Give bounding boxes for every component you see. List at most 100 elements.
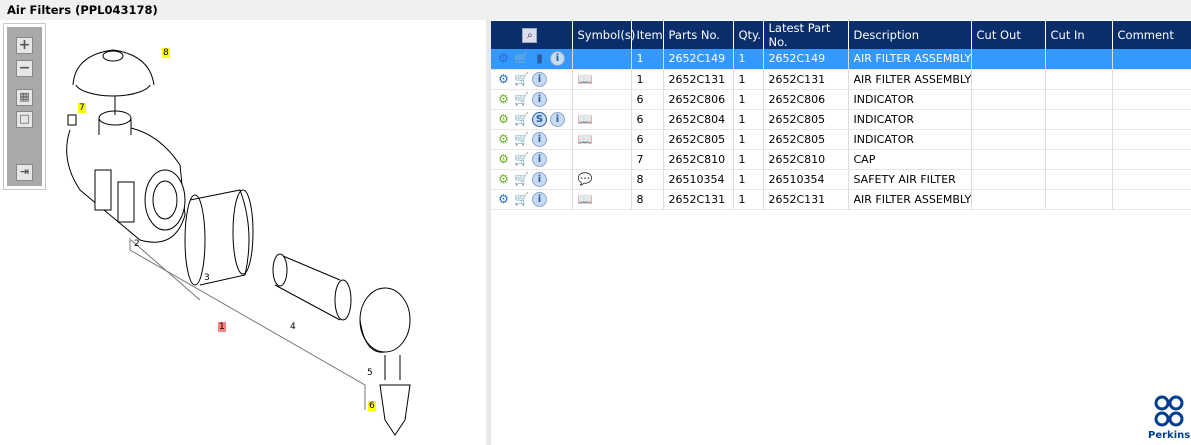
book-icon[interactable]: 📖 <box>578 72 593 87</box>
column-header-2[interactable]: Item <box>631 21 664 49</box>
info-icon[interactable]: i <box>550 111 565 127</box>
qty-cell: 1 <box>733 189 764 210</box>
comment-icon[interactable]: 💬 <box>578 172 593 187</box>
gears-icon[interactable]: ⚙ <box>496 192 511 207</box>
info-icon[interactable]: i <box>532 171 547 187</box>
column-header-6[interactable]: Description <box>848 21 972 49</box>
callout-8[interactable]: 8 <box>162 48 170 58</box>
cut-in-cell <box>1045 189 1113 210</box>
book-icon[interactable]: 📖 <box>578 112 593 127</box>
fit-button[interactable]: ▦ <box>16 89 33 106</box>
book-icon[interactable]: 📖 <box>578 132 593 147</box>
callout-3[interactable]: 3 <box>204 273 210 283</box>
document-icon[interactable]: ▮ <box>532 51 547 66</box>
column-header-tools[interactable]: ⌕ <box>491 21 573 49</box>
info-icon[interactable]: i <box>532 71 547 87</box>
cut-out-cell <box>971 109 1046 130</box>
column-header-5[interactable]: Latest Part No. <box>763 21 849 49</box>
cart-icon[interactable]: 🛒 <box>514 132 529 147</box>
cart-icon[interactable]: 🛒 <box>514 72 529 87</box>
info-icon[interactable]: i <box>550 51 565 67</box>
table-row[interactable]: ⚙ 🛒 Si 📖 6 2652C804 1 2652C805 INDICATOR <box>491 109 1191 130</box>
symbol-cell <box>572 89 632 110</box>
actual-size-button[interactable]: □ <box>16 111 33 128</box>
cut-out-cell <box>971 89 1046 110</box>
gear-icon[interactable]: ⚙ <box>496 172 511 187</box>
table-row[interactable]: ⚙ 🛒 i 📖 1 2652C131 1 2652C131 AIR FILTER ASSEMBL… <box>491 69 1191 90</box>
part-number-cell: 2652C804 <box>663 109 734 130</box>
search-parts-icon[interactable]: ⌕ <box>522 27 538 43</box>
table-row[interactable]: ⚙ 🛒 i 7 2652C810 1 2652C810 CAP <box>491 149 1191 170</box>
row-actions: ⚙ 🛒 i <box>491 69 573 90</box>
info-icon[interactable]: i <box>532 191 547 207</box>
callout-5[interactable]: 5 <box>367 368 373 378</box>
table-row[interactable]: ⚙ 🛒 i 6 2652C806 1 2652C806 INDICATOR <box>491 89 1191 110</box>
table-row[interactable]: ⚙ 🛒 i 📖 6 2652C805 1 2652C805 INDICATOR <box>491 129 1191 150</box>
description-cell: AIR FILTER ASSEMBLY <box>848 189 972 210</box>
row-actions: ⚙ 🛒 i <box>491 169 573 190</box>
gears-icon[interactable]: ⚙ <box>496 51 511 66</box>
row-actions: ⚙ 🛒 i <box>491 129 573 150</box>
gear-icon[interactable]: ⚙ <box>496 92 511 107</box>
description-cell: INDICATOR <box>848 109 972 130</box>
latest-part-cell: 2652C805 <box>763 129 849 150</box>
parts-table: ⌕ Symbol(s) Item Parts No. Qty. Latest Part N… <box>491 21 1191 210</box>
cut-in-cell <box>1045 89 1113 110</box>
gear-icon[interactable]: ⚙ <box>496 152 511 167</box>
s-icon[interactable]: S <box>532 111 547 127</box>
cart-icon[interactable]: 🛒 <box>514 92 529 107</box>
callout-2[interactable]: 2 <box>134 239 140 249</box>
diagram-panel: + − ▦ □ ⇥ 8 7 2 3 1 4 5 6 <box>0 20 486 445</box>
qty-cell: 1 <box>733 49 764 70</box>
cart-icon[interactable]: 🛒 <box>514 192 529 207</box>
latest-part-cell: 2652C810 <box>763 149 849 170</box>
callout-6[interactable]: 6 <box>368 401 376 411</box>
column-header-8[interactable]: Cut In <box>1045 21 1113 49</box>
window-title: Air Filters (PPL043178) <box>0 0 1191 20</box>
cut-in-cell <box>1045 49 1113 70</box>
item-cell: 6 <box>631 129 664 150</box>
cart-icon[interactable]: 🛒 <box>514 152 529 167</box>
part-number-cell: 2652C149 <box>663 49 734 70</box>
symbol-cell <box>572 149 632 170</box>
gears-icon[interactable]: ⚙ <box>496 72 511 87</box>
item-cell: 1 <box>631 49 664 70</box>
callout-7[interactable]: 7 <box>78 103 86 113</box>
cart-icon[interactable]: 🛒 <box>514 112 529 127</box>
column-header-4[interactable]: Qty. <box>733 21 764 49</box>
column-header-7[interactable]: Cut Out <box>971 21 1046 49</box>
symbol-cell: 📖 <box>572 109 632 130</box>
latest-part-cell: 2652C806 <box>763 89 849 110</box>
book-icon[interactable]: 📖 <box>578 192 593 207</box>
symbol-cell: 📖 <box>572 189 632 210</box>
cart-icon[interactable]: 🛒 <box>514 172 529 187</box>
latest-part-cell: 2652C805 <box>763 109 849 130</box>
column-header-1[interactable]: Symbol(s) <box>572 21 635 49</box>
comment-cell <box>1112 89 1191 110</box>
table-row[interactable]: ⚙ 🛒 i 📖 8 2652C131 1 2652C131 AIR FILTER ASSEMBL… <box>491 189 1191 210</box>
cart-icon[interactable]: 🛒 <box>514 51 529 66</box>
table-row[interactable]: ⚙ 🛒 i 💬 8 26510354 1 26510354 SAFETY AIR FILTER <box>491 169 1191 190</box>
symbol-cell <box>572 49 632 70</box>
comment-cell <box>1112 149 1191 170</box>
callout-4[interactable]: 4 <box>290 322 296 332</box>
column-header-3[interactable]: Parts No. <box>663 21 734 49</box>
gear-icon[interactable]: ⚙ <box>496 132 511 147</box>
latest-part-cell: 26510354 <box>763 169 849 190</box>
export-button[interactable]: ⇥ <box>16 164 33 181</box>
table-row[interactable]: ⚙ 🛒 ▮ i 1 2652C149 1 2652C149 AIR FILTER ASSEMBL… <box>491 49 1191 70</box>
callout-1[interactable]: 1 <box>218 322 226 332</box>
info-icon[interactable]: i <box>532 151 547 167</box>
gear-icon[interactable]: ⚙ <box>496 112 511 127</box>
info-icon[interactable]: i <box>532 131 547 147</box>
description-cell: INDICATOR <box>848 89 972 110</box>
zoom-out-button[interactable]: − <box>16 60 33 77</box>
zoom-in-button[interactable]: + <box>16 37 33 54</box>
column-header-9[interactable]: Comment <box>1112 21 1191 49</box>
info-icon[interactable]: i <box>532 91 547 107</box>
qty-cell: 1 <box>733 149 764 170</box>
item-cell: 6 <box>631 89 664 110</box>
part-number-cell: 2652C805 <box>663 129 734 150</box>
comment-cell <box>1112 69 1191 90</box>
comment-cell <box>1112 49 1191 70</box>
